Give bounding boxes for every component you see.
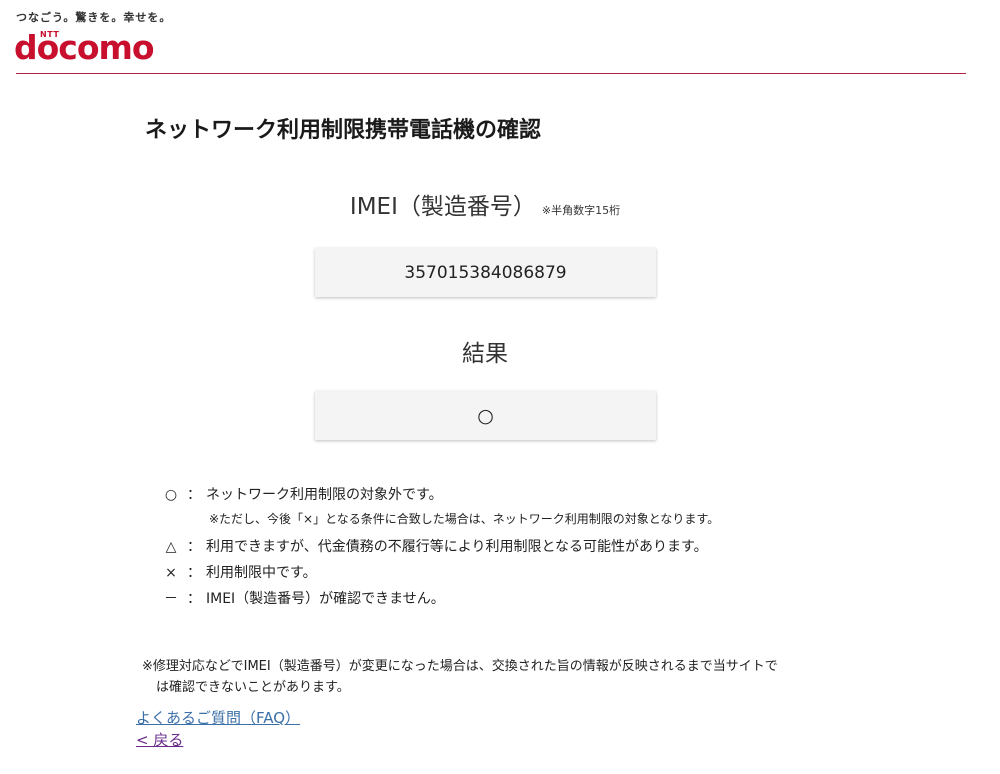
repair-footnote: ※修理対応などでIMEI（製造番号）が変更になった場合は、交換された旨の情報が反… <box>142 656 842 698</box>
result-label: 結果 <box>462 341 508 367</box>
legend-symbol: △ <box>165 539 177 555</box>
imei-note: ※半角数字15桁 <box>541 204 621 217</box>
result-value-box: ○ <box>315 391 656 440</box>
legend-item-pending: △ ： 利用できますが、代金債務の不履行等により利用制限となる可能性があります。 <box>160 536 719 562</box>
page-title: ネットワーク利用制限携帯電話機の確認 <box>145 118 542 143</box>
imei-value: 357015384086879 <box>404 262 567 283</box>
legend-text: 利用制限中です。 <box>206 565 317 581</box>
back-link[interactable]: < 戻る <box>136 729 183 750</box>
legend-item-unknown: － ： IMEI（製造番号）が確認できません。 <box>160 588 719 614</box>
legend-text: 利用できますが、代金債務の不履行等により利用制限となる可能性があります。 <box>206 539 708 555</box>
legend-colon: ： <box>187 539 201 555</box>
legend-colon: ： <box>187 487 201 503</box>
legend-item-restricted: × ： 利用制限中です。 <box>160 562 719 588</box>
brand-tagline: つなごう。驚きを。幸せを。 <box>16 11 172 24</box>
legend-item-ok: ○ ： ネットワーク利用制限の対象外です。 <box>160 484 719 510</box>
imei-label: IMEI（製造番号） <box>349 194 536 220</box>
imei-value-box: 357015384086879 <box>315 248 656 297</box>
legend-symbol: ○ <box>164 487 178 503</box>
legend-symbol: × <box>165 565 177 581</box>
result-legend: ○ ： ネットワーク利用制限の対象外です。 ※ただし、今後「×」となる条件に合致… <box>160 484 719 614</box>
faq-link[interactable]: よくあるご質問（FAQ） <box>136 707 300 728</box>
legend-sub-note: ※ただし、今後「×」となる条件に合致した場合は、ネットワーク利用制限の対象となり… <box>209 512 720 526</box>
page: つなごう。驚きを。幸せを。 NTT docomo ネットワーク利用制限携帯電話機… <box>0 0 1000 774</box>
imei-label-row: IMEI（製造番号） ※半角数字15桁 <box>0 187 970 221</box>
legend-text: ネットワーク利用制限の対象外です。 <box>206 487 443 503</box>
header-divider <box>16 73 966 74</box>
legend-text: IMEI（製造番号）が確認できません。 <box>206 591 445 607</box>
docomo-logo[interactable]: docomo <box>14 31 155 64</box>
legend-colon: ： <box>187 591 201 607</box>
legend-colon: ： <box>187 565 201 581</box>
legend-symbol: － <box>164 591 178 607</box>
footnote-line-2: は確認できないことがあります。 <box>156 680 350 695</box>
footnote-line-1: ※修理対応などでIMEI（製造番号）が変更になった場合は、交換された旨の情報が反… <box>142 659 778 674</box>
result-value: ○ <box>477 404 494 427</box>
